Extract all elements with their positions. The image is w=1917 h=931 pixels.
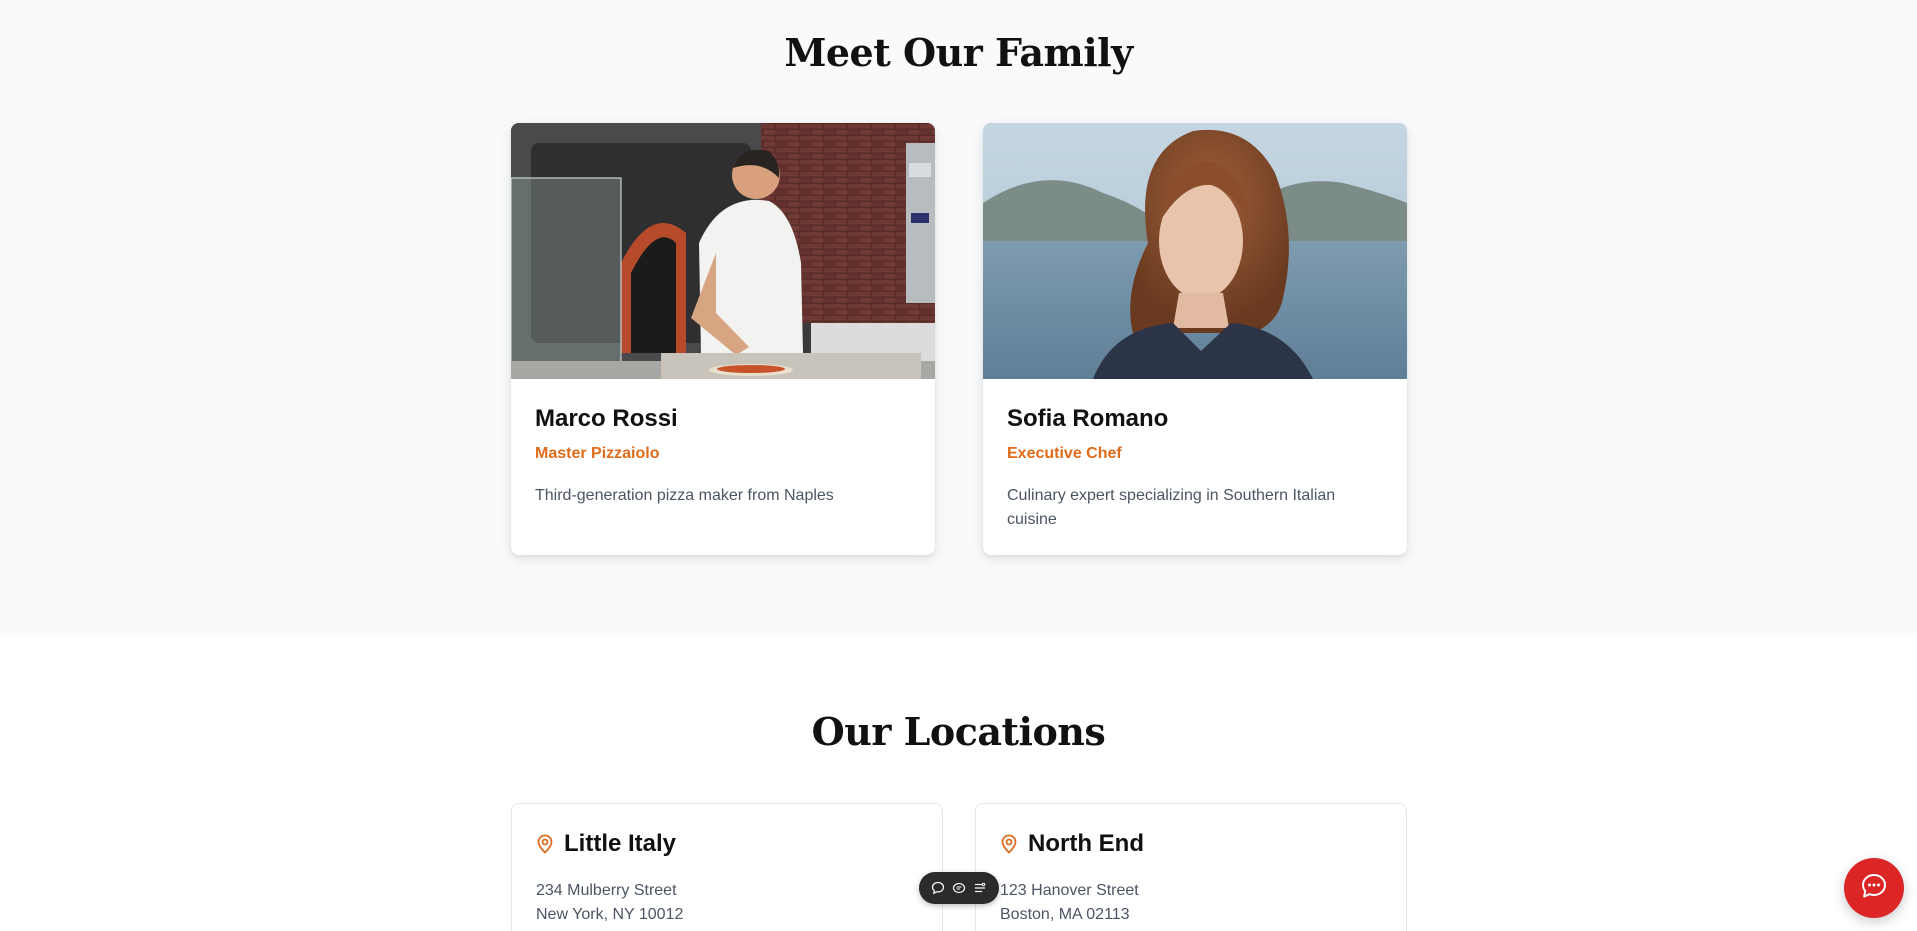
location-address: 123 Hanover Street Boston, MA 02113 — [1000, 879, 1139, 927]
list-settings-icon[interactable] — [971, 879, 989, 897]
comment-icon[interactable] — [929, 879, 947, 897]
team-member-role: Executive Chef — [1007, 445, 1122, 462]
chat-icon — [1860, 872, 1888, 905]
family-section: Meet Our Family Marco Rossi Master Pizza… — [0, 0, 1917, 635]
address-line-1: 123 Hanover Street — [1000, 882, 1139, 899]
team-member-role: Master Pizzaiolo — [535, 445, 660, 462]
location-card: North End 123 Hanover Street Boston, MA … — [975, 803, 1407, 931]
address-line-1: 234 Mulberry Street — [536, 882, 677, 899]
address-line-2: New York, NY 10012 — [536, 906, 684, 923]
address-line-2: Boston, MA 02113 — [1000, 906, 1130, 923]
team-member-name: Sofia Romano — [1007, 405, 1169, 432]
team-member-card: Marco Rossi Master Pizzaiolo Third-gener… — [511, 123, 935, 555]
chat-button[interactable] — [1844, 858, 1904, 918]
location-header: North End — [1000, 830, 1144, 858]
location-card: Little Italy 234 Mulberry Street New Yor… — [511, 803, 943, 931]
location-header: Little Italy — [536, 830, 676, 858]
chat-bubble-icon[interactable] — [950, 879, 968, 897]
floating-toolbar — [919, 872, 999, 904]
location-name: North End — [1028, 830, 1144, 857]
family-section-title: Meet Our Family — [784, 30, 1133, 75]
team-member-bio: Culinary expert specializing in Southern… — [1007, 487, 1336, 528]
locations-section-title: Our Locations — [811, 709, 1106, 754]
team-member-bio: Third-generation pizza maker from Naples — [535, 487, 834, 504]
team-member-photo — [511, 123, 935, 379]
map-pin-icon — [1000, 834, 1018, 854]
location-name: Little Italy — [564, 830, 677, 857]
map-pin-icon — [536, 834, 554, 854]
location-address: 234 Mulberry Street New York, NY 10012 — [536, 879, 683, 927]
team-member-photo — [983, 123, 1407, 379]
team-member-name: Marco Rossi — [535, 405, 678, 432]
team-member-card: Sofia Romano Executive Chef Culinary exp… — [983, 123, 1407, 555]
